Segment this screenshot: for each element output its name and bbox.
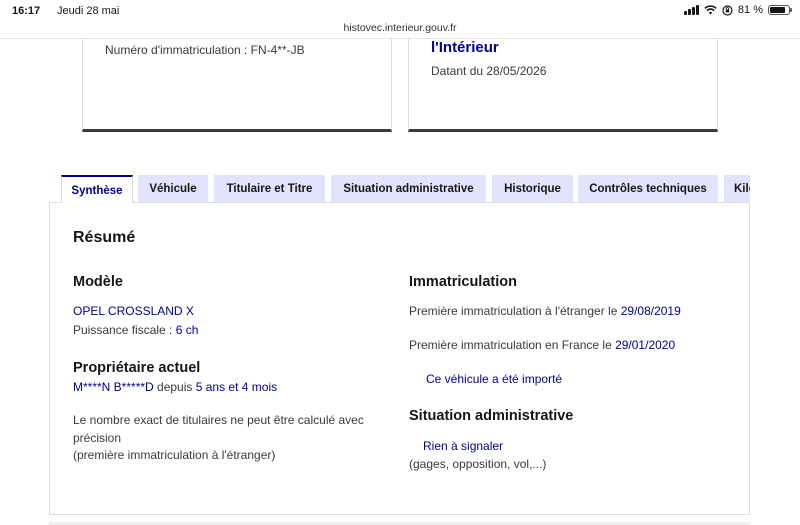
status-bar: 16:17 Jeudi 28 mai 81 % xyxy=(0,0,800,22)
orientation-lock-icon xyxy=(722,4,733,16)
fiscal-power-label: Puissance fiscale : xyxy=(73,323,176,337)
issuer-title: l'Intérieur xyxy=(431,39,499,56)
foreign-registration-date: 29/08/2019 xyxy=(620,304,681,318)
imported-vehicle-link[interactable]: Ce véhicule a été importé xyxy=(426,372,562,386)
france-registration: Première immatriculation en France le 29… xyxy=(409,338,675,352)
admin-status-link[interactable]: Rien à signaler xyxy=(423,439,503,453)
battery-percent: 81 % xyxy=(737,4,763,16)
tab-historique[interactable]: Historique xyxy=(492,175,573,203)
foreign-registration: Première immatriculation à l'étranger le… xyxy=(409,304,681,318)
wifi-icon xyxy=(704,5,717,15)
fiscal-power-value: 6 ch xyxy=(175,323,199,337)
synthese-panel: Résumé Modèle OPEL CROSSLAND X Puissance… xyxy=(49,202,750,515)
tab-controles-techniques[interactable]: Contrôles techniques xyxy=(578,175,718,203)
status-icons: 81 % xyxy=(683,4,792,16)
owners-note-line3: (première immatriculation à l'étranger) xyxy=(73,448,276,462)
foreign-registration-label: Première immatriculation à l'étranger le xyxy=(409,304,621,318)
owner-line: M****N B*****D depuis 5 ans et 4 mois xyxy=(73,380,277,394)
tab-vehicule[interactable]: Véhicule xyxy=(138,175,208,203)
tab-titulaire-et-titre[interactable]: Titulaire et Titre xyxy=(214,175,325,203)
owners-note-line2: précision xyxy=(73,431,122,445)
status-date: Jeudi 28 mai xyxy=(57,5,120,17)
url-bar[interactable]: histovec.interieur.gouv.fr xyxy=(0,22,800,34)
france-registration-date: 29/01/2020 xyxy=(615,338,676,352)
owner-heading: Propriétaire actuel xyxy=(73,360,201,376)
model-heading: Modèle xyxy=(73,274,123,290)
vehicle-plate-card: Numéro d'immatriculation : FN-4**-JB xyxy=(82,39,392,132)
report-date: Datant du 28/05/2026 xyxy=(431,64,547,78)
summary-heading: Résumé xyxy=(73,229,136,246)
issuer-card: l'Intérieur Datant du 28/05/2026 xyxy=(408,39,718,132)
registration-heading: Immatriculation xyxy=(409,274,517,290)
owner-name: M****N B*****D xyxy=(73,380,154,394)
admin-status-details: (gages, opposition, vol,...) xyxy=(409,457,547,471)
battery-icon xyxy=(768,5,792,15)
tab-kilometrage[interactable]: Kilométrage xyxy=(724,175,750,203)
owners-note-line1: Le nombre exact de titulaires ne peut êt… xyxy=(73,413,364,427)
status-time: 16:17 xyxy=(12,5,41,17)
fiscal-power: Puissance fiscale : 6 ch xyxy=(73,323,198,337)
model-name: OPEL CROSSLAND X xyxy=(73,304,194,318)
tab-situation-administrative[interactable]: Situation administrative xyxy=(331,175,486,203)
admin-situation-heading: Situation administrative xyxy=(409,408,574,424)
owner-since-value: 5 ans et 4 mois xyxy=(195,380,278,394)
cellular-signal-icon xyxy=(683,5,699,15)
owner-since-label: depuis xyxy=(153,380,196,394)
tab-synthese[interactable]: Synthèse xyxy=(61,175,133,203)
plate-number: Numéro d'immatriculation : FN-4**-JB xyxy=(105,43,305,57)
tab-bar: Synthèse Véhicule Titulaire et Titre Sit… xyxy=(61,175,750,203)
france-registration-label: Première immatriculation en France le xyxy=(409,338,616,352)
